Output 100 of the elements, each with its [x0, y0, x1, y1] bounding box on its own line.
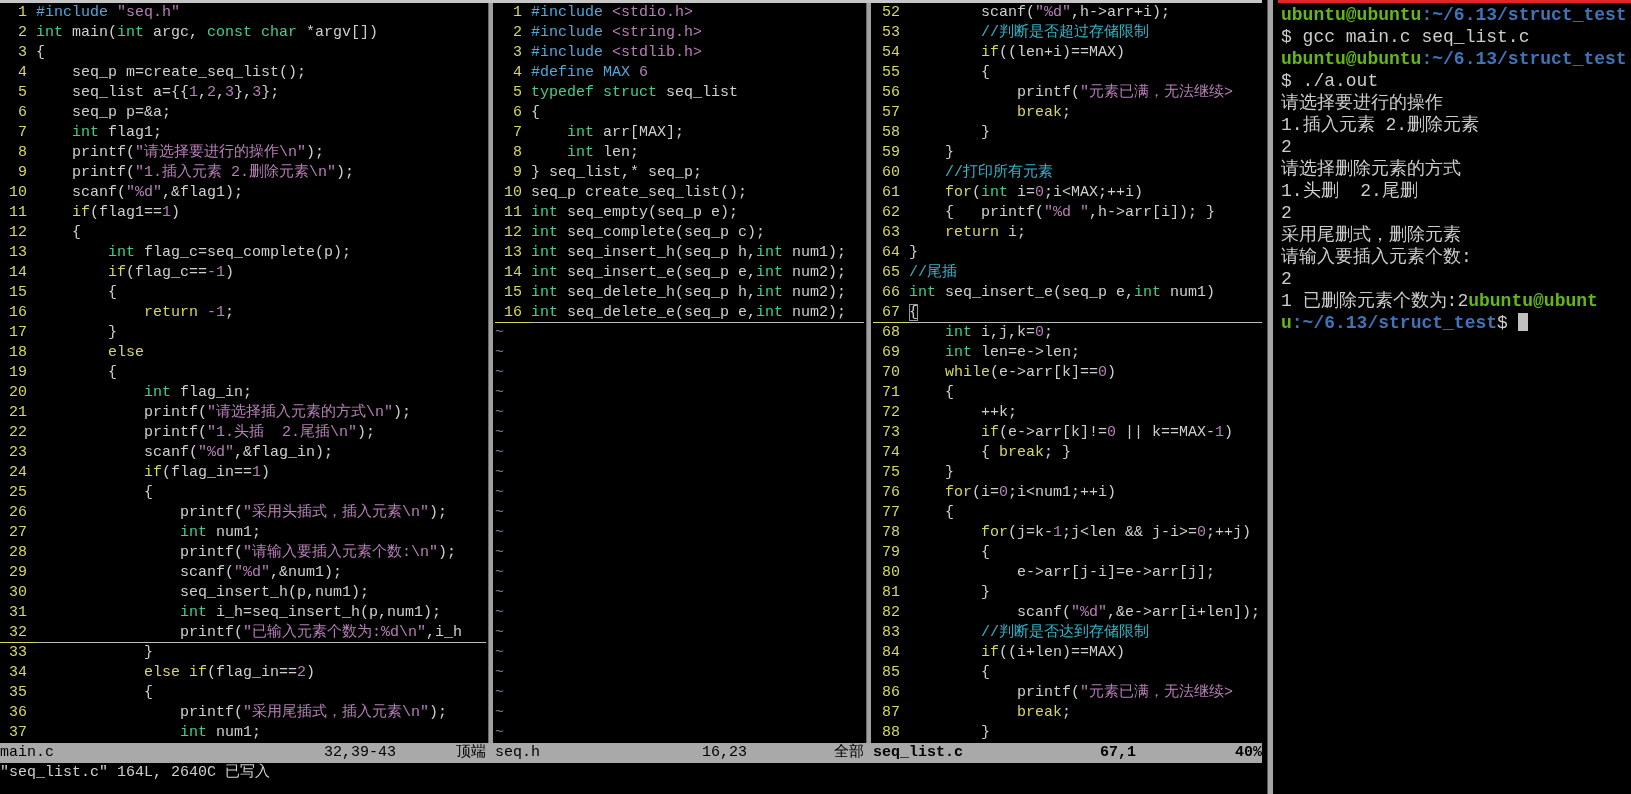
line-number: 53: [881, 23, 900, 43]
code-line: int len=e->len;: [944, 343, 1082, 363]
code-line: seq_p p=&a;: [71, 103, 173, 123]
line-number: 65: [881, 263, 900, 283]
line-number: 36: [8, 703, 27, 723]
line-number: 1: [512, 3, 522, 23]
code-line: }: [944, 143, 955, 163]
empty-line-marker: ~: [495, 503, 505, 523]
code-line: for(j=k-1;j<len && j-i>=0;++j): [980, 523, 1253, 543]
line-number: 28: [8, 543, 27, 563]
code-line: printf("1.头插 2.尾插\n");: [143, 423, 377, 443]
line-number: 8: [17, 143, 27, 163]
line-number: 11: [503, 203, 522, 223]
line-number: 4: [17, 63, 27, 83]
code-line: printf("1.插入元素 2.删除元素\n");: [71, 163, 356, 183]
empty-line-marker: ~: [495, 563, 505, 583]
code-line: printf("采用头插式，插入元素\n");: [179, 503, 449, 523]
code-line: printf("请选择要进行的操作\n");: [71, 143, 326, 163]
code-line: int seq_empty(seq_p e);: [531, 203, 740, 223]
code-line: int flag_in;: [143, 383, 254, 403]
code-line: else: [107, 343, 146, 363]
line-number: 67: [873, 303, 909, 323]
terminal-line: 1.头删 2.尾删: [1281, 181, 1418, 201]
code-line: break;: [1016, 103, 1073, 123]
terminal-line: $ gcc main.c seq_list.c: [1281, 27, 1530, 47]
line-number: 6: [512, 103, 522, 123]
code-line: for(i=0;i<num1;++i): [944, 483, 1118, 503]
code-line: int seq_delete_e(seq_p e,int num2);: [531, 303, 864, 323]
code-line: }: [980, 583, 991, 603]
line-number: 83: [881, 623, 900, 643]
cursor-position: 32,39-43: [324, 743, 397, 763]
line-number: 64: [881, 243, 900, 263]
code-line: int i,j,k=0;: [944, 323, 1055, 343]
terminal-line: ubuntu@ubuntu:~/6.13/struct_test: [1281, 5, 1627, 25]
line-number: 9: [17, 163, 27, 183]
code-line: if(flag1==1): [71, 203, 182, 223]
line-number: 25: [8, 483, 27, 503]
empty-line-marker: ~: [495, 403, 505, 423]
line-number: 2: [17, 23, 27, 43]
code-line: break;: [1016, 703, 1073, 723]
line-number: 72: [881, 403, 900, 423]
line-number: 55: [881, 63, 900, 83]
line-number: 56: [881, 83, 900, 103]
code-line: scanf("%d",&num1);: [179, 563, 344, 583]
empty-line-marker: ~: [495, 603, 505, 623]
terminal-line: 请选择删除元素的方式: [1281, 159, 1461, 179]
code-line: //判断是否超过存储限制: [980, 23, 1150, 43]
line-number: 26: [8, 503, 27, 523]
code-line: if(e->arr[k]!=0 || k==MAX-1): [980, 423, 1235, 443]
empty-line-marker: ~: [495, 623, 505, 643]
line-number: 5: [512, 83, 522, 103]
code-line: seq_p create_seq_list();: [531, 183, 749, 203]
line-number: 16: [8, 303, 27, 323]
cursor-position: 16,23: [702, 743, 748, 763]
file-name: seq.h: [495, 743, 541, 763]
code-line: ++k;: [980, 403, 1019, 423]
empty-line-marker: ~: [495, 583, 505, 603]
file-name: main.c: [0, 743, 55, 763]
empty-line-marker: ~: [495, 543, 505, 563]
code-line: {: [980, 543, 991, 563]
code-line: if(flag_in==1): [143, 463, 272, 483]
empty-line-marker: ~: [495, 663, 505, 683]
code-line: {: [71, 223, 82, 243]
code-line: #define MAX 6: [531, 63, 650, 83]
line-number: 86: [881, 683, 900, 703]
code-line: {: [143, 683, 155, 703]
code-line: { break; }: [980, 443, 1073, 463]
code-line: int i_h=seq_insert_h(p,num1);: [179, 603, 443, 623]
line-number: 27: [8, 523, 27, 543]
line-number: 4: [512, 63, 522, 83]
line-number: 10: [503, 183, 522, 203]
empty-line-marker: ~: [495, 463, 505, 483]
line-number: 78: [881, 523, 900, 543]
code-line: if(flag_c==-1): [107, 263, 236, 283]
line-number: 13: [503, 243, 522, 263]
terminal-line: ubuntu@ubuntu:~/6.13/struct_test: [1281, 49, 1627, 69]
line-number: 52: [881, 3, 900, 23]
line-number: 13: [8, 243, 27, 263]
code-line: {: [944, 383, 955, 403]
line-number: 77: [881, 503, 900, 523]
code-line: return i;: [944, 223, 1028, 243]
line-number: 3: [512, 43, 522, 63]
empty-line-marker: ~: [495, 343, 505, 363]
line-number: 75: [881, 463, 900, 483]
line-number: 9: [512, 163, 522, 183]
line-number: 68: [881, 323, 900, 343]
code-line: for(int i=0;i<MAX;++i): [944, 183, 1145, 203]
empty-line-marker: ~: [495, 443, 505, 463]
code-line: {: [944, 503, 955, 523]
line-number: 35: [8, 683, 27, 703]
terminal-line: u:~/6.13/struct_test$: [1281, 313, 1508, 333]
code-line: }: [909, 243, 919, 263]
code-line: int flag_c=seq_complete(p);: [107, 243, 353, 263]
code-line: int len;: [566, 143, 641, 163]
code-line: }: [980, 723, 991, 743]
code-line: printf("请输入要插入元素个数:\n");: [179, 543, 458, 563]
code-line: else if(flag_in==2): [143, 663, 317, 683]
line-number: 7: [17, 123, 27, 143]
code-line: printf("元素已满，无法继续>: [1016, 83, 1235, 103]
line-number: 54: [881, 43, 900, 63]
